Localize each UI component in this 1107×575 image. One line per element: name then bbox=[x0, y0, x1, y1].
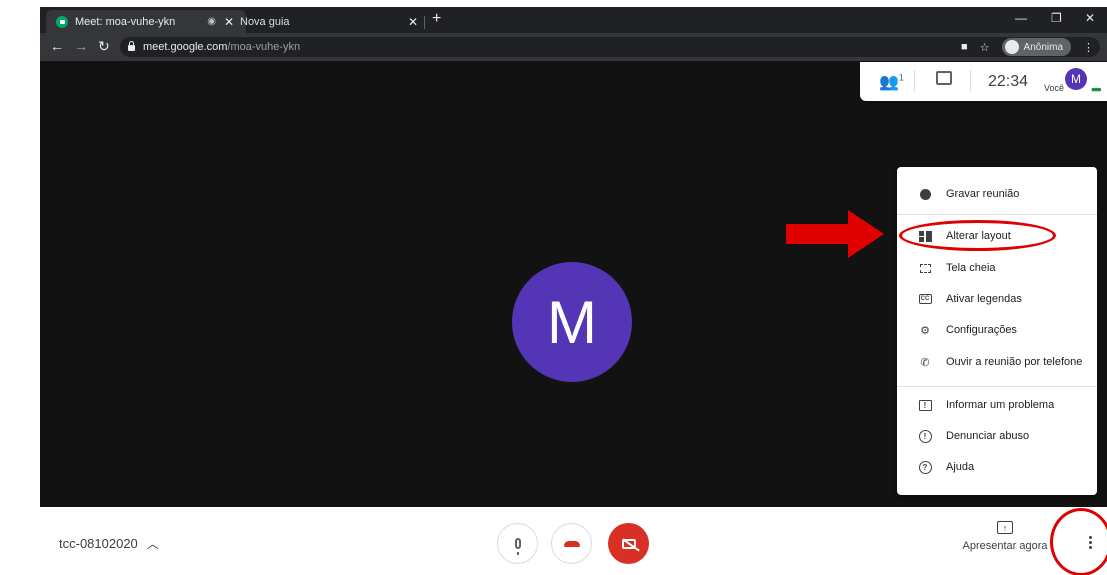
panel-divider bbox=[914, 70, 915, 92]
menu-item-label: Tela cheia bbox=[946, 262, 996, 274]
meeting-code: tcc-08102020 bbox=[59, 536, 138, 551]
tab-title: Meet: moa-vuhe-ykn bbox=[75, 15, 176, 28]
record-icon bbox=[917, 186, 933, 202]
self-label: Você bbox=[1044, 83, 1065, 93]
panel-divider bbox=[970, 70, 971, 92]
restore-icon[interactable]: ❐ bbox=[1051, 11, 1062, 25]
tab-strip: Meet: moa-vuhe-ykn ◉ ✕ Nova guia ✕ + — ❐… bbox=[40, 7, 1107, 33]
microphone-icon bbox=[514, 538, 521, 555]
browser-toolbar: ← → ↻ meet.google.com/moa-vuhe-ykn ■ ☆ A… bbox=[40, 33, 1107, 61]
menu-divider bbox=[897, 214, 1097, 215]
tab-title: Nova guia bbox=[240, 15, 290, 28]
menu-item-captions[interactable]: CC Ativar legendas bbox=[897, 287, 1097, 311]
settings-icon: ⚙ bbox=[920, 324, 930, 337]
bookmark-star-icon[interactable]: ☆ bbox=[980, 41, 990, 54]
meet-favicon-icon bbox=[56, 15, 68, 28]
incognito-badge[interactable]: Anônima bbox=[1001, 38, 1071, 56]
menu-item-label: Gravar reunião bbox=[946, 188, 1020, 200]
fullscreen-icon bbox=[917, 260, 933, 276]
menu-item-phone[interactable]: ✆ Ouvir a reunião por telefone bbox=[897, 350, 1097, 374]
meeting-info-panel: 👥1 22:34 Você M ••• bbox=[860, 62, 1107, 101]
report-problem-icon: ! bbox=[917, 397, 933, 413]
recording-dot-icon: ◉ bbox=[207, 16, 216, 27]
present-label: Apresentar agora bbox=[962, 540, 1048, 552]
menu-item-label: Denunciar abuso bbox=[946, 430, 1030, 442]
annotation-circle-layout bbox=[899, 220, 1056, 251]
tab-divider bbox=[424, 16, 425, 29]
phone-icon: ✆ bbox=[920, 356, 930, 369]
menu-item-label: Informar um problema bbox=[946, 399, 1055, 411]
lock-icon bbox=[128, 41, 135, 51]
tab-new[interactable]: Nova guia ✕ bbox=[230, 10, 430, 33]
more-options-menu: Gravar reunião Alterar layout Tela cheia… bbox=[897, 167, 1097, 495]
participant-count: 1 bbox=[898, 72, 904, 83]
menu-item-fullscreen[interactable]: Tela cheia bbox=[897, 256, 1097, 280]
menu-item-report-problem[interactable]: ! Informar um problema bbox=[897, 393, 1097, 417]
microphone-button[interactable] bbox=[497, 523, 538, 564]
menu-item-label: Ouvir a reunião por telefone bbox=[946, 356, 1083, 368]
tab-meet[interactable]: Meet: moa-vuhe-ykn ◉ ✕ bbox=[46, 10, 246, 33]
camera-icon[interactable]: ■ bbox=[961, 41, 968, 53]
new-tab-icon[interactable]: + bbox=[432, 10, 441, 28]
hang-up-icon bbox=[563, 540, 580, 547]
annotation-circle-more-options bbox=[1050, 508, 1107, 575]
menu-item-record[interactable]: Gravar reunião bbox=[897, 182, 1097, 206]
abuse-icon: ! bbox=[917, 428, 933, 444]
camera-off-icon bbox=[621, 538, 636, 549]
minimize-icon[interactable]: — bbox=[1015, 11, 1027, 25]
reload-icon[interactable]: ↻ bbox=[98, 38, 110, 55]
present-now-button[interactable]: ↑ Apresentar agora bbox=[955, 521, 1055, 552]
meeting-time: 22:34 bbox=[988, 73, 1029, 90]
close-tab-icon[interactable]: ✕ bbox=[408, 15, 418, 29]
back-icon[interactable]: ← bbox=[50, 38, 64, 54]
menu-item-label: Ativar legendas bbox=[946, 293, 1022, 305]
present-screen-icon: ↑ bbox=[997, 521, 1013, 534]
leave-call-button[interactable] bbox=[551, 523, 592, 564]
url-path: /moa-vuhe-ykn bbox=[227, 41, 301, 53]
address-bar-icons: ■ ☆ Anônima ⋮ bbox=[961, 37, 1100, 57]
browser-menu-icon[interactable]: ⋮ bbox=[1083, 41, 1094, 54]
meeting-details[interactable]: tcc-08102020 ︿ bbox=[59, 535, 159, 552]
annotation-arrow-icon bbox=[786, 210, 884, 258]
chevron-up-icon: ︿ bbox=[146, 537, 159, 551]
screenshot-page: Meet: moa-vuhe-ykn ◉ ✕ Nova guia ✕ + — ❐… bbox=[0, 0, 1107, 575]
audio-indicator-icon: ••• bbox=[1091, 81, 1102, 97]
participant-avatar: M bbox=[512, 262, 632, 382]
menu-item-settings[interactable]: ⚙ Configurações bbox=[897, 318, 1097, 342]
incognito-label: Anônima bbox=[1023, 41, 1063, 53]
close-window-icon[interactable]: ✕ bbox=[1085, 11, 1095, 25]
menu-item-label: Ajuda bbox=[946, 461, 975, 473]
help-icon: ? bbox=[917, 459, 933, 475]
camera-toggle-button[interactable] bbox=[608, 523, 649, 564]
url-host: meet.google.com bbox=[143, 41, 228, 53]
self-avatar[interactable]: M bbox=[1065, 68, 1087, 90]
menu-divider bbox=[897, 386, 1097, 387]
menu-item-help[interactable]: ? Ajuda bbox=[897, 455, 1097, 479]
address-bar[interactable]: meet.google.com/moa-vuhe-ykn ■ ☆ Anônima… bbox=[120, 37, 1100, 57]
call-controls-bar: tcc-08102020 ︿ ↑ Apresentar agora bbox=[40, 507, 1107, 575]
menu-item-report-abuse[interactable]: ! Denunciar abuso bbox=[897, 424, 1097, 448]
chat-icon[interactable] bbox=[936, 71, 952, 85]
people-icon[interactable]: 👥1 bbox=[879, 72, 904, 92]
captions-icon: CC bbox=[917, 291, 933, 307]
forward-icon[interactable]: → bbox=[74, 38, 88, 54]
menu-item-label: Configurações bbox=[946, 324, 1017, 336]
incognito-icon bbox=[1004, 40, 1019, 54]
